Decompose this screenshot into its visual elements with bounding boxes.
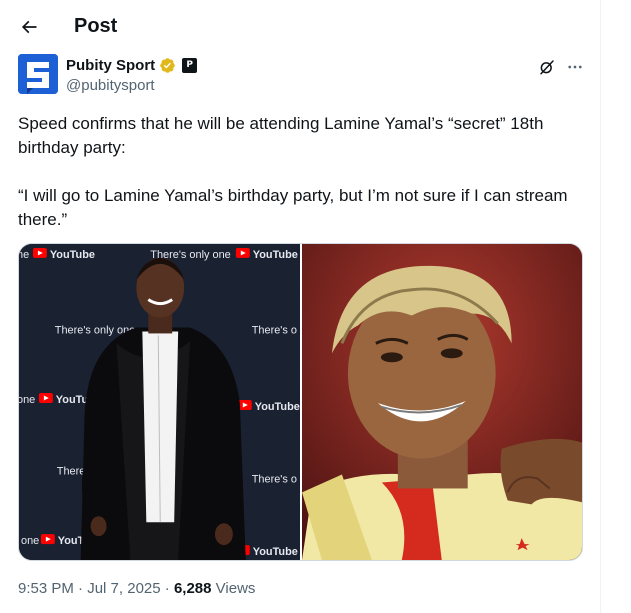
svg-text:ne: ne (19, 249, 29, 261)
pubity-sport-logo-icon (18, 54, 58, 94)
verified-badge-icon (159, 57, 176, 74)
meta-separator: · (78, 580, 84, 597)
svg-text:There's o: There's o (252, 473, 297, 485)
svg-text:YouTube: YouTube (253, 249, 298, 261)
back-arrow-icon (21, 20, 37, 34)
author-name[interactable]: Pubity Sport (66, 56, 155, 75)
svg-text:There's o: There's o (252, 324, 297, 336)
views-count: 6,288 (173, 580, 212, 597)
header: Post (0, 0, 600, 53)
author-name-row[interactable]: Pubity Sport P (66, 56, 198, 75)
svg-text:There: There (57, 466, 86, 478)
tweet-time[interactable]: 9:53 PM (18, 580, 74, 597)
tweet-meta: 9:53 PM · Jul 7, 2025 · 6,288 Views (18, 579, 255, 599)
photo-right[interactable] (301, 244, 582, 560)
media-grid: ne YouTube There's only one YouTube Ther… (18, 243, 583, 561)
tweet-line-2: “I will go to Lamine Yamal’s birthday pa… (18, 186, 568, 229)
affiliate-icon[interactable]: P (182, 58, 198, 73)
more-button[interactable] (564, 56, 586, 78)
tweet-text: Speed confirms that he will be attending… (18, 112, 583, 232)
svg-text:YouTube: YouTube (255, 401, 300, 413)
more-icon (568, 65, 582, 69)
svg-text:YouTube: YouTube (50, 249, 95, 261)
grok-icon (540, 60, 554, 75)
svg-text:one: one (21, 535, 39, 547)
avatar[interactable] (18, 54, 58, 94)
affiliate-mark: P (186, 60, 193, 70)
tweet-date[interactable]: Jul 7, 2025 (87, 580, 160, 597)
back-button[interactable] (12, 10, 46, 44)
photo-left[interactable]: ne YouTube There's only one YouTube Ther… (19, 244, 300, 560)
photo-right-image (301, 244, 582, 560)
svg-text:YouTube: YouTube (253, 546, 298, 558)
views-label: Views (215, 580, 256, 597)
grok-button[interactable] (536, 56, 558, 78)
post-page: Post Pubity Sport P @pubitysport Speed c… (0, 0, 601, 613)
svg-text:one: one (19, 394, 35, 406)
page-title: Post (74, 15, 118, 37)
photo-left-image: ne YouTube There's only one YouTube Ther… (19, 244, 300, 560)
meta-separator-2: · (164, 580, 170, 597)
author-handle[interactable]: @pubitysport (66, 76, 155, 95)
tweet-line-1: Speed confirms that he will be attending… (18, 114, 544, 157)
